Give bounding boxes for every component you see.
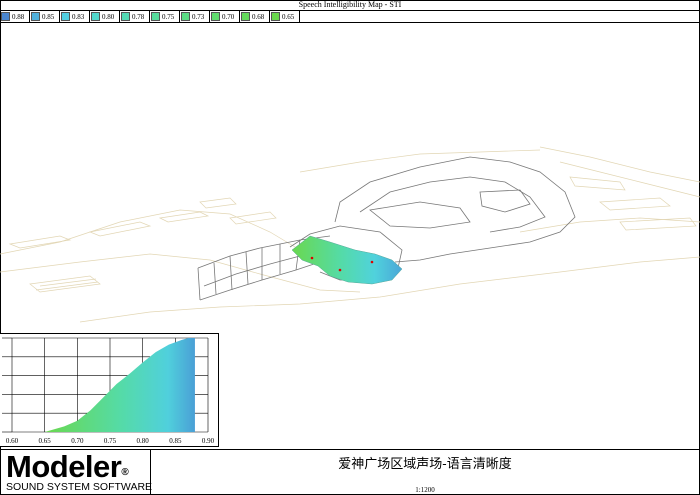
legend-label: 0.80: [102, 12, 115, 21]
legend-item: 0.65: [270, 11, 300, 22]
legend-swatch: [271, 12, 280, 21]
main-building-roof: [369, 201, 471, 229]
x-tick-label: 0.90: [202, 437, 215, 445]
legend-label: 0.78: [132, 12, 145, 21]
buildings-right: [569, 176, 697, 231]
hatched-area: [29, 275, 101, 293]
legend-swatch: [91, 12, 100, 21]
legend-swatch: [31, 12, 40, 21]
legend-swatch: [121, 12, 130, 21]
x-tick-label: 0.85: [169, 437, 182, 445]
x-tick-label: 0.80: [137, 437, 150, 445]
speaker-marker-3: [370, 260, 374, 264]
legend-item: 0.78: [120, 11, 150, 22]
x-tick-label: 0.65: [39, 437, 52, 445]
terrain-outline-right-2: [519, 217, 700, 233]
buildings-left: [8, 197, 277, 249]
legend-label: 0.73: [192, 12, 205, 21]
x-tick-label: 0.75: [104, 437, 117, 445]
legend-swatch: [151, 12, 160, 21]
map-title: Speech Intelligibility Map - STI: [298, 0, 402, 9]
x-tick-label: 0.70: [71, 437, 84, 445]
building-annex: [479, 189, 531, 213]
legend-item: 0.80: [90, 11, 120, 22]
legend-label: 0.65: [282, 12, 295, 21]
drawing-caption: 爱神广场区域声场-语言清晰度: [338, 457, 512, 472]
legend-swatch: [241, 12, 250, 21]
sti-coverage-area: [291, 235, 403, 285]
logo-tagline: SOUND SYSTEM SOFTWARE: [6, 481, 153, 493]
floor-plan: [0, 146, 700, 323]
legend-swatch: [1, 12, 10, 21]
legend-item: 0.83: [60, 11, 90, 22]
legend-item: 0.68: [240, 11, 270, 22]
legend-item: 0.73: [180, 11, 210, 22]
modeler-logo: Modeler®: [6, 449, 129, 484]
legend-swatch: [211, 12, 220, 21]
legend-label: 0.88: [12, 12, 25, 21]
speaker-marker-1: [310, 256, 314, 260]
legend-item: 0.70: [210, 11, 240, 22]
legend-label: 0.70: [222, 12, 235, 21]
legend-item: 0.75: [150, 11, 180, 22]
legend-label: 0.85: [42, 12, 55, 21]
terrain-outline-left: [0, 209, 331, 273]
legend-item: 0.88: [0, 11, 30, 22]
sti-distribution-chart: 0.60 0.65 0.70 0.75 0.80 0.85 0.90: [0, 333, 219, 447]
speaker-marker-2: [338, 268, 342, 272]
drawing-scale: 1:1200: [415, 486, 435, 494]
legend-item: 0.85: [30, 11, 60, 22]
sti-distribution-area: [44, 338, 195, 432]
x-tick-label: 0.60: [6, 437, 19, 445]
legend-label: 0.75: [162, 12, 175, 21]
legend-label: 0.83: [72, 12, 85, 21]
legend-swatch: [181, 12, 190, 21]
legend-label: 0.68: [252, 12, 265, 21]
legend-swatch: [61, 12, 70, 21]
